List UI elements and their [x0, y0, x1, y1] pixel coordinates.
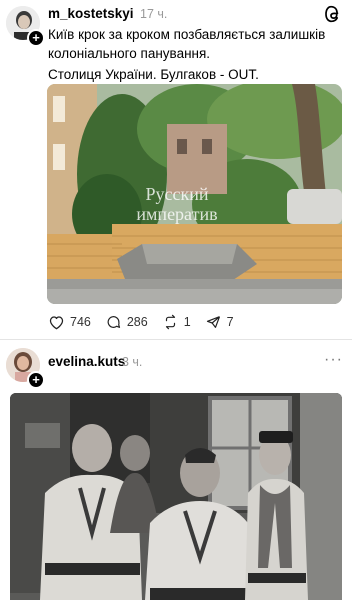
- comment-icon: [107, 316, 120, 328]
- post-actions: 746 286 1 7: [48, 312, 248, 332]
- more-options-icon[interactable]: ···: [324, 351, 343, 369]
- timestamp: 3 ч.: [122, 355, 143, 369]
- image-watermark-text: императив: [136, 204, 217, 224]
- post-text-line: колоніального панування.: [48, 46, 211, 61]
- repost-count: 1: [183, 315, 191, 329]
- like-button[interactable]: 746: [48, 314, 91, 330]
- divider: [0, 339, 352, 340]
- threads-feed: + m_kostetskyi 17 ч. Київ крок за кроком…: [0, 0, 352, 600]
- post-text-line: Київ крок за кроком позбавляється залишк…: [48, 27, 326, 42]
- share-button[interactable]: 7: [205, 314, 234, 330]
- share-count: 7: [226, 315, 234, 329]
- threads-logo-icon[interactable]: [323, 4, 343, 24]
- repost-icon: [165, 314, 175, 330]
- post-photo[interactable]: Русский императив: [47, 84, 342, 304]
- timestamp: 17 ч.: [140, 7, 168, 21]
- repost-button[interactable]: 1: [162, 314, 191, 330]
- image-watermark-text: Русский: [146, 184, 209, 204]
- like-count: 746: [70, 315, 91, 329]
- post-text-line: Столиця України. Булгаков - OUT.: [48, 67, 259, 82]
- comment-count: 286: [126, 315, 148, 329]
- send-icon: [206, 316, 220, 328]
- username[interactable]: m_kostetskyi: [48, 6, 134, 21]
- comment-button[interactable]: 286: [105, 314, 148, 330]
- follow-plus-icon[interactable]: +: [27, 371, 45, 389]
- post-photo[interactable]: [10, 393, 342, 600]
- heart-icon: [49, 316, 64, 330]
- username[interactable]: evelina.kuts: [48, 354, 125, 369]
- post-text: Київ крок за кроком позбавляється залишк…: [48, 25, 338, 84]
- follow-plus-icon[interactable]: +: [27, 29, 45, 47]
